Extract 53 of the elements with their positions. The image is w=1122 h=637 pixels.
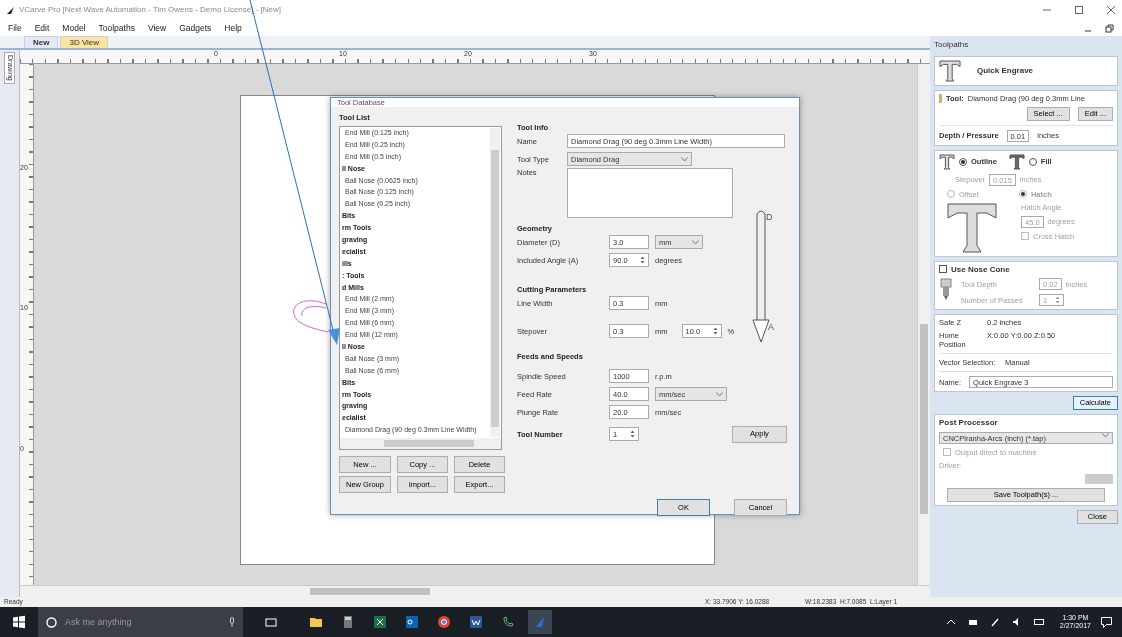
- letter-t-icon: [939, 153, 955, 170]
- folder-icon[interactable]: [310, 616, 322, 628]
- document-tab[interactable]: New: [24, 36, 59, 48]
- menu-item[interactable]: Gadgets: [179, 22, 212, 34]
- document-icon[interactable]: [470, 616, 482, 628]
- close-icon[interactable]: [1106, 5, 1116, 15]
- calculator-icon[interactable]: [342, 616, 354, 628]
- task-view-icon[interactable]: [265, 616, 277, 628]
- microphone-icon: [229, 617, 235, 627]
- notification-icon[interactable]: [1101, 616, 1112, 628]
- spinner-arrows-icon: [1055, 296, 1061, 305]
- start-icon: [12, 615, 26, 629]
- panel-title: Toolpaths: [934, 39, 970, 51]
- restore-icon[interactable]: [1105, 23, 1114, 33]
- menu-item[interactable]: Edit: [34, 22, 50, 34]
- document-tab[interactable]: 3D View: [60, 36, 109, 48]
- spreadsheet-icon[interactable]: [374, 616, 386, 628]
- nose-cone-icon: [939, 278, 953, 301]
- chevron-up-icon[interactable]: [945, 617, 956, 627]
- chevron-down-icon: [692, 239, 699, 245]
- spinner-arrows-icon: [630, 430, 635, 438]
- menu-item[interactable]: Toolpaths: [98, 22, 135, 34]
- letter-t-icon: [947, 202, 997, 253]
- horizontal-scrollbar[interactable]: [340, 438, 501, 449]
- menu-item[interactable]: Help: [224, 22, 242, 34]
- tool-diagram-drawing: D A: [747, 208, 777, 348]
- browser-icon[interactable]: [438, 616, 450, 628]
- checkbox-option[interactable]: Use Nose Cone: [939, 264, 1113, 275]
- spinner-arrows-icon: [640, 256, 645, 264]
- vertical-scrollbar[interactable]: [917, 64, 930, 585]
- chevron-down-icon: [716, 391, 723, 397]
- maximize-icon[interactable]: [1074, 5, 1084, 15]
- chevron-down-icon: [681, 156, 688, 162]
- search-field[interactable]: Ask me anything: [38, 607, 243, 637]
- chevron-down-icon: [1102, 432, 1109, 438]
- search-icon: [46, 616, 57, 628]
- letter-t-icon: [1008, 153, 1025, 170]
- tool-icon: [939, 93, 942, 103]
- toolpath-heading: Quick Engrave: [977, 65, 1034, 76]
- phone-icon[interactable]: [502, 616, 514, 628]
- mail-icon[interactable]: [406, 616, 418, 628]
- pen-icon[interactable]: [989, 617, 1000, 627]
- menu-item[interactable]: Model: [62, 22, 86, 34]
- network-icon[interactable]: [967, 617, 978, 627]
- vertical-scrollbar[interactable]: [490, 128, 500, 437]
- menu-item[interactable]: View: [147, 22, 167, 34]
- horizontal-scrollbar[interactable]: [20, 585, 930, 597]
- spinner-arrows-icon: [712, 327, 718, 335]
- keyboard-icon[interactable]: [1033, 617, 1044, 627]
- notes-field[interactable]: [567, 168, 733, 218]
- section-title: Post Processor: [939, 418, 999, 428]
- menu-item[interactable]: File: [8, 22, 22, 34]
- letter-t-icon: [939, 59, 961, 82]
